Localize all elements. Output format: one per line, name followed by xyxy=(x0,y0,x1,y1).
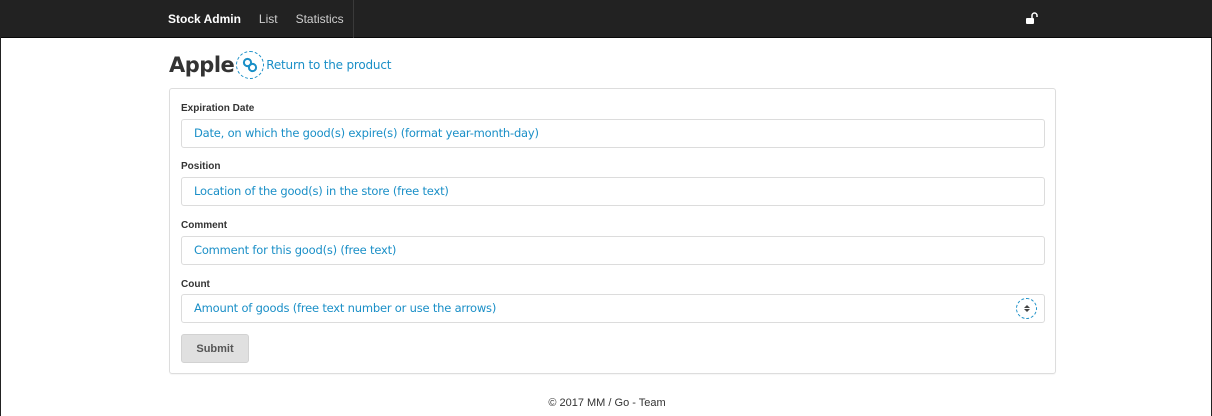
position-input[interactable]: Location of the good(s) in the store (fr… xyxy=(181,177,1045,206)
nav-item-list[interactable]: List xyxy=(250,0,287,38)
comment-input[interactable]: Comment for this good(s) (free text) xyxy=(181,236,1045,265)
count-label: Count xyxy=(181,279,210,290)
link-icon[interactable] xyxy=(236,51,265,79)
nav-item-statistics[interactable]: Statistics xyxy=(287,0,353,38)
page-header: Apple Return to the product xyxy=(169,49,391,81)
stock-form-panel: Expiration Date Date, on which the good(… xyxy=(169,88,1056,374)
submit-button[interactable]: Submit xyxy=(181,334,249,363)
count-input[interactable]: Amount of goods (free text number or use… xyxy=(181,294,1045,323)
expiration-date-input[interactable]: Date, on which the good(s) expire(s) (fo… xyxy=(181,119,1045,148)
spinner-up-icon[interactable] xyxy=(1023,305,1030,308)
page-title: Apple xyxy=(169,53,235,77)
nav-menu: Stock Admin List Statistics xyxy=(159,0,354,38)
top-navbar: Stock Admin List Statistics xyxy=(1,0,1212,38)
comment-label: Comment xyxy=(181,220,228,231)
expiration-date-label: Expiration Date xyxy=(181,103,255,114)
footer-text: © 2017 MM / Go - Team xyxy=(548,397,666,409)
spinner-down-icon[interactable] xyxy=(1023,309,1030,312)
unlock-icon[interactable] xyxy=(1025,11,1039,25)
brand-link[interactable]: Stock Admin xyxy=(159,0,250,38)
count-placeholder: Amount of goods (free text number or use… xyxy=(194,301,497,315)
number-spinner-icon[interactable] xyxy=(1016,298,1037,319)
position-label: Position xyxy=(181,161,221,172)
return-to-product-link[interactable]: Return to the product xyxy=(266,58,391,72)
